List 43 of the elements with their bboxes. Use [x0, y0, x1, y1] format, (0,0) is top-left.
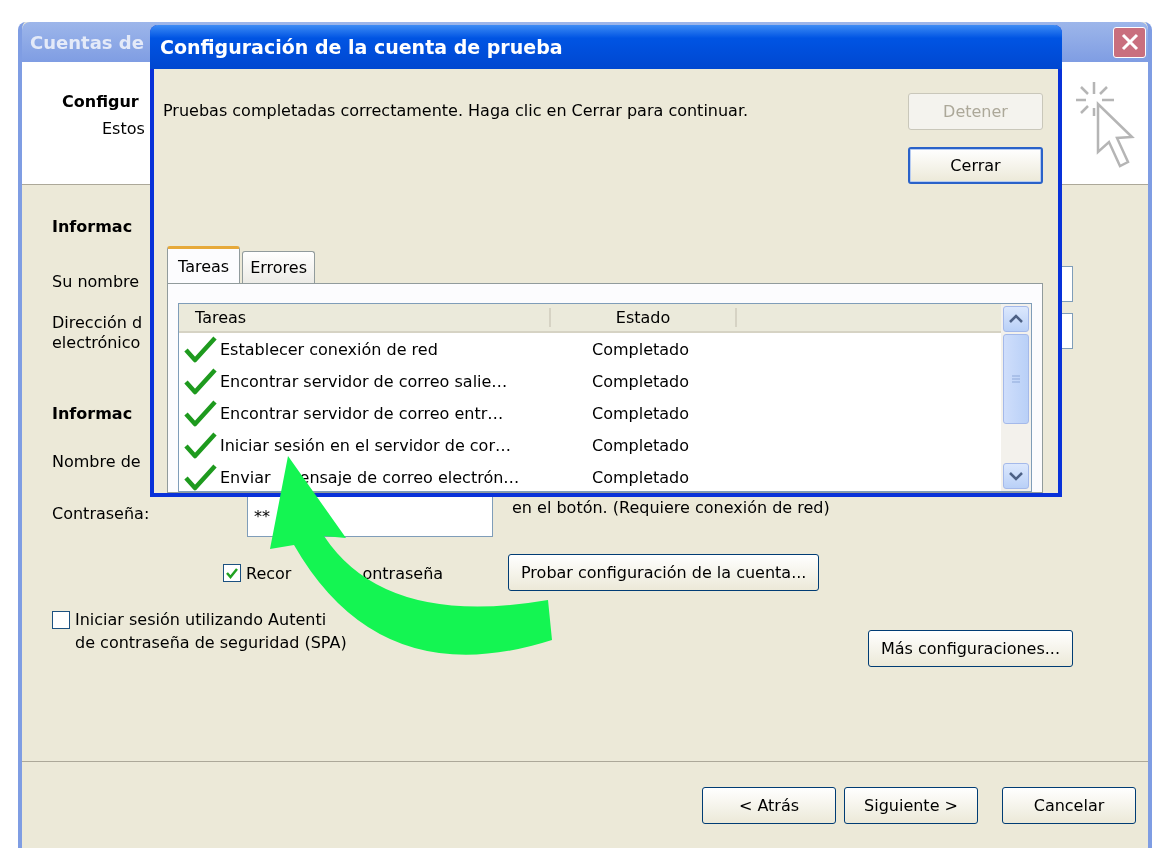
- close-button[interactable]: [1113, 26, 1146, 58]
- checkbox[interactable]: [52, 611, 70, 629]
- checkbox-label: de contraseña de seguridad (SPA): [75, 632, 347, 654]
- status-message: Pruebas completadas correctamente. Haga clic en Cerrar para continuar.: [163, 100, 749, 123]
- table-cell-text: Completado: [591, 371, 690, 391]
- tab[interactable]: Errores: [242, 251, 315, 283]
- checkbox[interactable]: [223, 564, 241, 582]
- header-title: Configur: [62, 92, 140, 111]
- section-heading: Informac: [52, 217, 133, 236]
- checkbox-label: Iniciar sesión utilizando Autenti: [75, 609, 327, 631]
- column-header[interactable]: Tareas: [179, 308, 551, 327]
- field-label: Nombre de: [52, 452, 141, 471]
- tab[interactable]: Tareas: [167, 246, 241, 283]
- field-label: Su nombre: [52, 272, 140, 291]
- table-cell: Encontrar servidor de correo entr…: [220, 403, 504, 423]
- close-icon: [1119, 32, 1140, 52]
- test-account-button[interactable]: Probar configuración de la cuenta...: [508, 554, 820, 591]
- table-cell-text: Completado: [591, 339, 690, 359]
- cancel-button[interactable]: Cancelar: [1002, 786, 1136, 824]
- checkbox-label: ontraseña: [362, 564, 444, 583]
- table-cell: Encontrar servidor de correo salie…: [220, 371, 508, 391]
- table-cell: Iniciar sesión en el servidor de cor…: [220, 435, 511, 455]
- table-cell: Enviar: [220, 467, 271, 487]
- back-button[interactable]: < Atrás: [702, 786, 836, 824]
- close-dialog-button[interactable]: Cerrar: [908, 147, 1043, 185]
- window-title: Cuentas de: [30, 31, 144, 53]
- table-cell: Establecer conexión de red: [220, 339, 438, 359]
- checkbox-label: Recor: [246, 564, 292, 583]
- scrollbar[interactable]: [1001, 304, 1031, 491]
- header-subtitle: Estos: [101, 119, 145, 138]
- help-text: en el botón. (Requiere conexión de red): [512, 498, 830, 517]
- table-cell-text: Completado: [591, 435, 690, 455]
- section-heading: Informac: [52, 404, 133, 423]
- field-label: Contraseña:: [52, 504, 150, 523]
- column-header[interactable]: Estado: [551, 308, 737, 327]
- field-label: Dirección d electrónico: [52, 313, 143, 353]
- table-cell-text: Completado: [591, 467, 690, 487]
- grip-icon: [1011, 374, 1021, 384]
- check-icon: [226, 567, 238, 579]
- table-cell-text: Completado: [591, 403, 690, 423]
- more-settings-button[interactable]: Más configuraciones...: [867, 630, 1073, 667]
- next-button[interactable]: Siguiente >: [844, 786, 978, 824]
- dialog-title: Configuración de la cuenta de prueba: [160, 36, 563, 59]
